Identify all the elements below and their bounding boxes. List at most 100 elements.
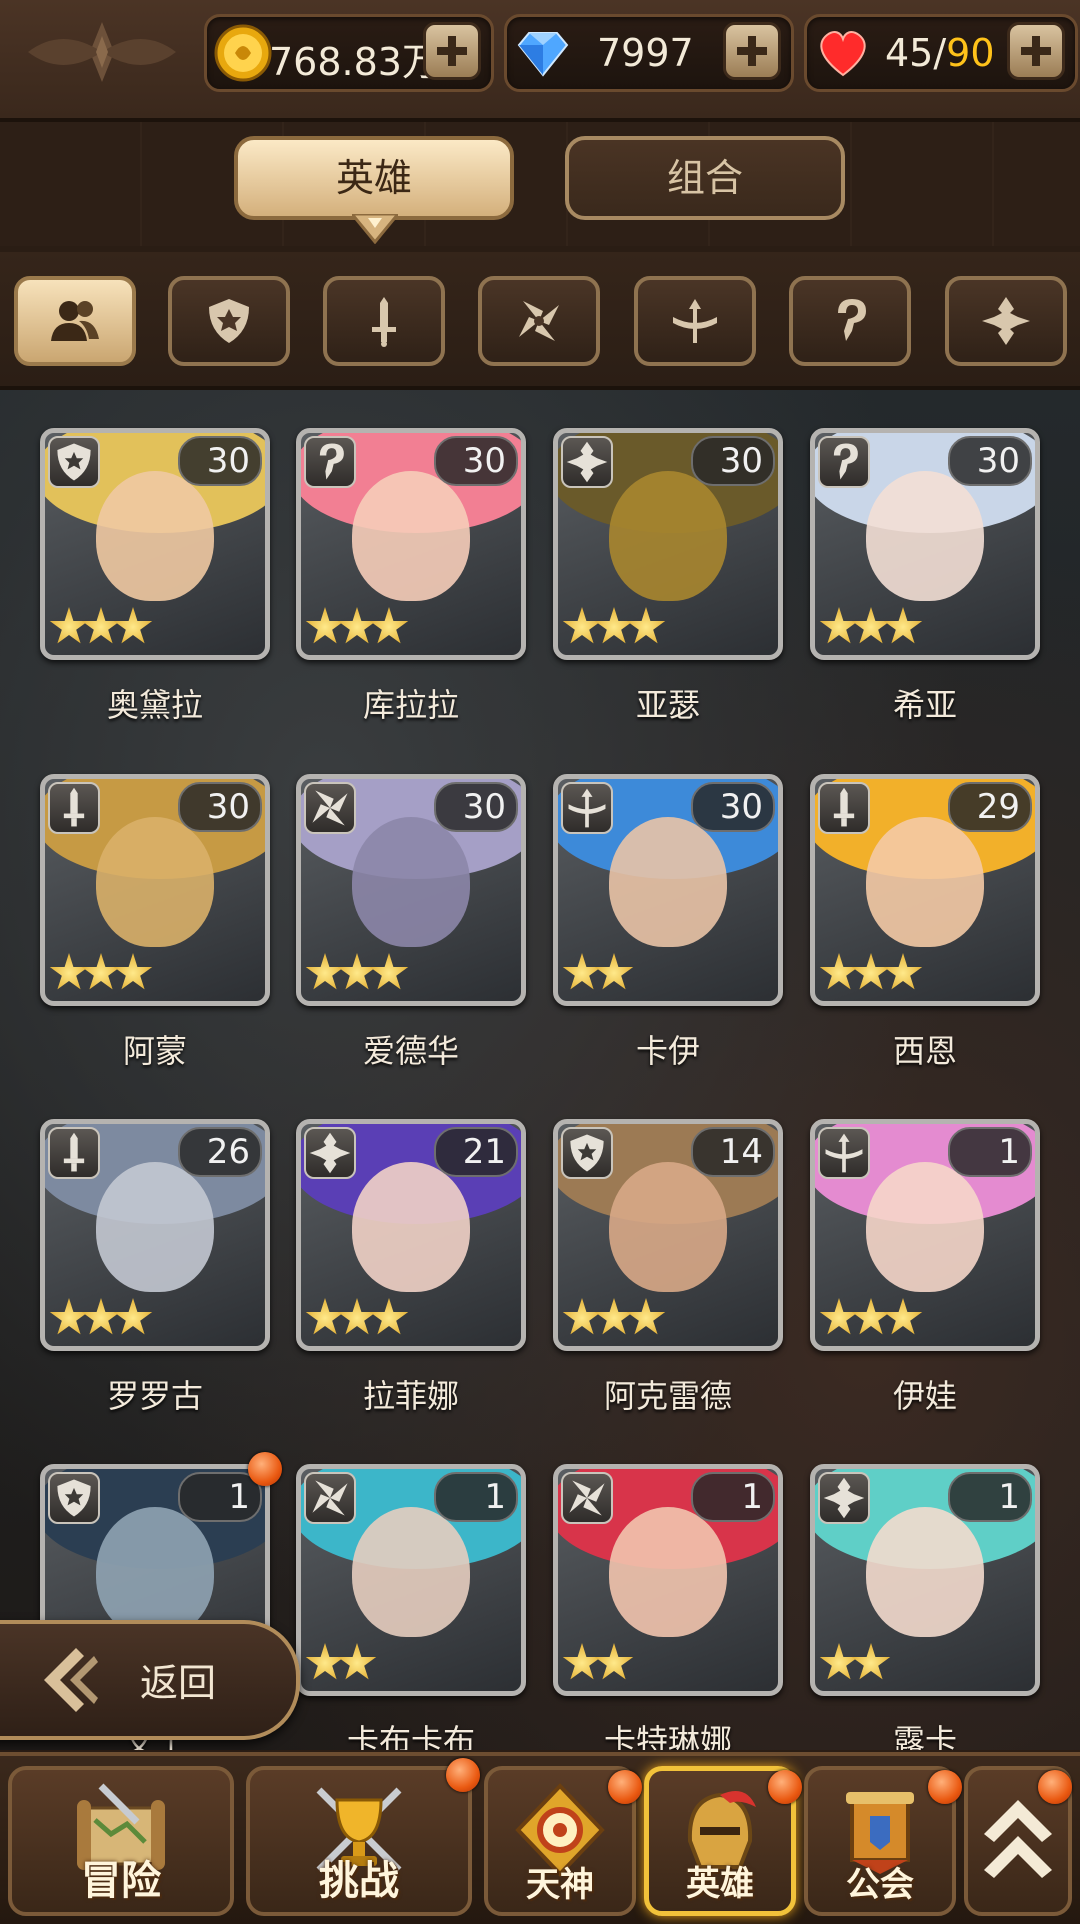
hero-level: 1 bbox=[691, 1472, 775, 1522]
hero-card[interactable]: 30 希亚 bbox=[810, 390, 1040, 724]
star-icon bbox=[594, 1298, 634, 1335]
hero-card[interactable]: 14 阿克雷德 bbox=[553, 1081, 783, 1415]
hero-portrait: 14 bbox=[553, 1119, 783, 1351]
star-icon bbox=[113, 953, 153, 990]
hero-card[interactable]: 1 露卡 bbox=[810, 1426, 1040, 1750]
star-icon bbox=[337, 1643, 377, 1680]
hero-card[interactable]: 30 阿蒙 bbox=[40, 736, 270, 1070]
archer-bow-icon bbox=[673, 299, 717, 343]
hero-name: 爱德华 bbox=[362, 1032, 459, 1070]
filter-archer-button[interactable] bbox=[634, 276, 756, 366]
nav-challenge-label: 挑战 bbox=[319, 1858, 399, 1904]
hero-portrait: 1 bbox=[810, 1464, 1040, 1696]
stamina-current: 45 bbox=[885, 31, 934, 75]
hero-card[interactable]: 1 伊娃 bbox=[810, 1081, 1040, 1415]
hero-face bbox=[609, 817, 727, 947]
filter-support-button[interactable] bbox=[945, 276, 1067, 366]
hero-stars bbox=[305, 1298, 409, 1342]
hero-level: 1 bbox=[948, 1472, 1032, 1522]
filter-mage-button[interactable] bbox=[789, 276, 911, 366]
filter-all-button[interactable] bbox=[14, 276, 136, 366]
hero-name: 露卡 bbox=[892, 1722, 957, 1750]
gem-value: 7997 bbox=[597, 31, 694, 75]
hero-card[interactable]: 26 罗罗古 bbox=[40, 1081, 270, 1415]
nav-adventure-label: 冒险 bbox=[81, 1858, 161, 1904]
nav-adventure[interactable]: 冒险 bbox=[8, 1766, 234, 1916]
tab-combo[interactable]: 组合 bbox=[565, 136, 845, 220]
hero-name: 亚瑟 bbox=[635, 686, 700, 724]
hero-name: 西恩 bbox=[892, 1032, 957, 1070]
hero-level: 30 bbox=[434, 436, 518, 486]
diamond-icon bbox=[517, 32, 569, 77]
star-icon bbox=[81, 953, 121, 990]
hero-portrait: 29 bbox=[810, 774, 1040, 1006]
star-icon bbox=[562, 1643, 602, 1680]
double-chevron-left-icon bbox=[44, 1648, 98, 1712]
hero-level: 21 bbox=[434, 1127, 518, 1177]
hero-portrait: 30 bbox=[553, 428, 783, 660]
add-stamina-button[interactable] bbox=[1007, 22, 1065, 80]
nav-heroes-label: 英雄 bbox=[686, 1864, 754, 1904]
gold-coin-icon bbox=[214, 24, 272, 82]
hero-card[interactable]: 21 拉菲娜 bbox=[296, 1081, 526, 1415]
star-icon bbox=[369, 953, 409, 990]
hero-portrait: 30 bbox=[296, 428, 526, 660]
nav-deity-badge bbox=[608, 1770, 642, 1804]
hero-face bbox=[352, 817, 470, 947]
hero-card[interactable]: 29 西恩 bbox=[810, 736, 1040, 1070]
filter-tank-button[interactable] bbox=[168, 276, 290, 366]
hero-card[interactable]: 30 奥黛拉 bbox=[40, 390, 270, 724]
hero-face bbox=[96, 1507, 214, 1637]
hero-class-icon bbox=[561, 436, 613, 488]
star-icon bbox=[851, 607, 891, 644]
star-icon bbox=[369, 1298, 409, 1335]
hero-card[interactable]: 1 卡布卡布 bbox=[296, 1426, 526, 1750]
star-icon bbox=[337, 1298, 377, 1335]
hero-class-icon bbox=[48, 1127, 100, 1179]
hero-portrait: 30 bbox=[40, 428, 270, 660]
filter-assassin-button[interactable] bbox=[478, 276, 600, 366]
back-button[interactable]: 返回 bbox=[0, 1620, 300, 1740]
back-label: 返回 bbox=[140, 1661, 217, 1705]
hero-class-icon bbox=[304, 1472, 356, 1524]
star-icon bbox=[819, 607, 859, 644]
star-icon bbox=[113, 1298, 153, 1335]
star-icon bbox=[305, 1298, 345, 1335]
hero-name: 希亚 bbox=[892, 686, 957, 724]
hero-stars bbox=[49, 607, 153, 651]
hero-level: 29 bbox=[948, 782, 1032, 832]
hero-card[interactable]: 30 爱德华 bbox=[296, 736, 526, 1070]
class-filter-row bbox=[0, 252, 1080, 390]
hero-card[interactable]: 30 卡伊 bbox=[553, 736, 783, 1070]
star-icon bbox=[594, 607, 634, 644]
nav-challenge[interactable]: 挑战 bbox=[246, 1766, 472, 1916]
hero-level: 1 bbox=[178, 1472, 262, 1522]
hero-class-icon bbox=[48, 1472, 100, 1524]
hero-portrait: 26 bbox=[40, 1119, 270, 1351]
star-icon bbox=[819, 953, 859, 990]
add-gold-button[interactable] bbox=[423, 22, 481, 80]
nav-heroes-badge bbox=[768, 1770, 802, 1804]
star-icon bbox=[594, 953, 634, 990]
hero-face bbox=[609, 1507, 727, 1637]
add-gems-button[interactable] bbox=[723, 22, 781, 80]
star-icon bbox=[305, 1643, 345, 1680]
hero-stars bbox=[819, 1298, 923, 1342]
hero-face bbox=[352, 471, 470, 601]
hero-face bbox=[96, 817, 214, 947]
star-icon bbox=[819, 1298, 859, 1335]
star-icon bbox=[626, 607, 666, 644]
hero-stars bbox=[819, 953, 923, 997]
bottom-navigation: 冒险 挑战 天神 英雄 公会 bbox=[0, 1752, 1080, 1924]
hero-face bbox=[96, 471, 214, 601]
star-icon bbox=[49, 607, 89, 644]
hero-face bbox=[866, 471, 984, 601]
tab-heroes[interactable]: 英雄 bbox=[234, 136, 514, 220]
hero-stars bbox=[819, 1643, 891, 1687]
hero-stars bbox=[305, 1643, 377, 1687]
filter-warrior-button[interactable] bbox=[323, 276, 445, 366]
hero-card[interactable]: 1 卡特琳娜 bbox=[553, 1426, 783, 1750]
hero-card[interactable]: 30 亚瑟 bbox=[553, 390, 783, 724]
nav-deity-label: 天神 bbox=[526, 1865, 594, 1905]
hero-card[interactable]: 30 库拉拉 bbox=[296, 390, 526, 724]
